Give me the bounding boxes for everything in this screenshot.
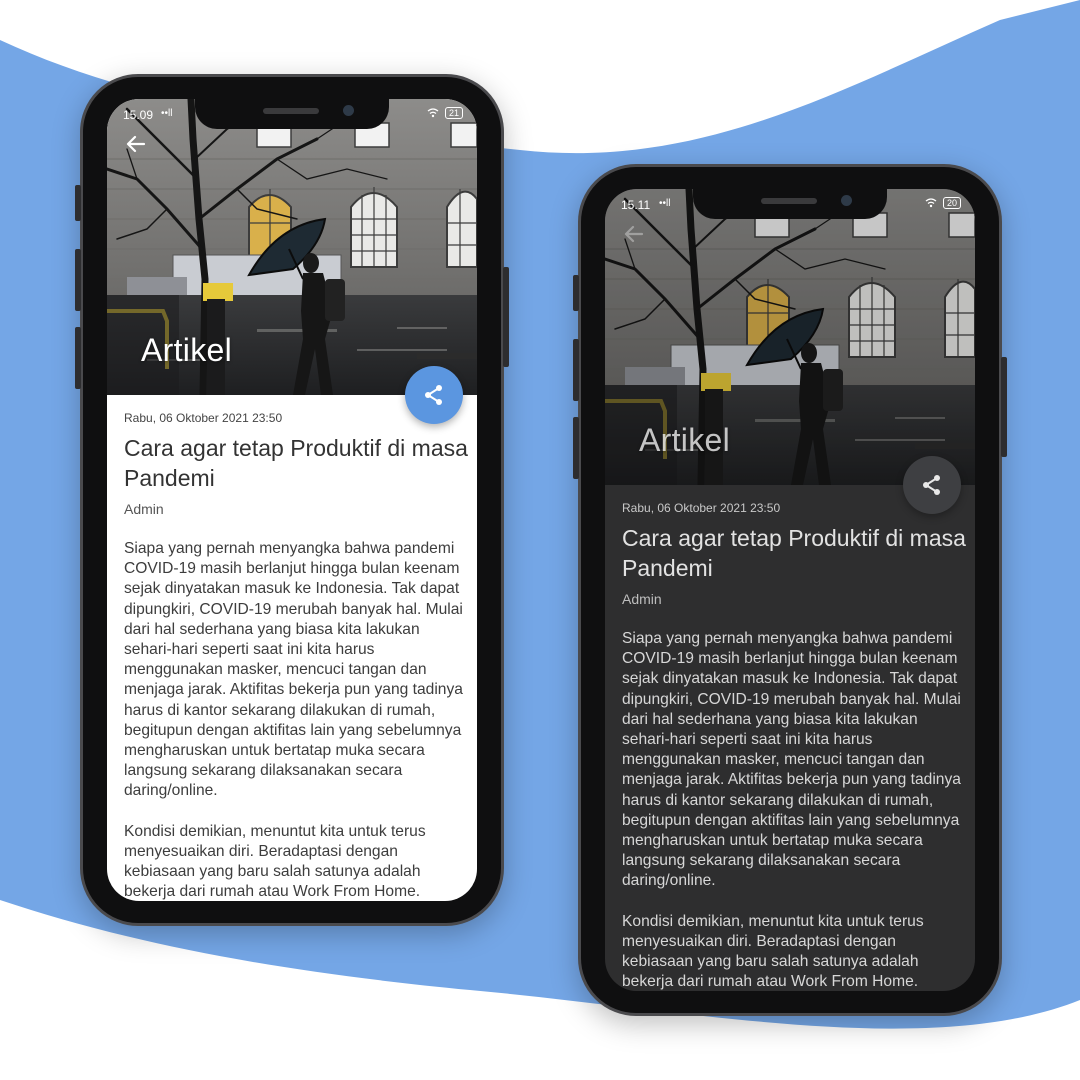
status-time: 15.11 — [621, 198, 651, 212]
article-paragraph: Siapa yang pernah menyangka bahwa pandem… — [622, 630, 961, 890]
header-title: Artikel — [141, 332, 233, 368]
notch — [693, 189, 887, 219]
status-time: 15.09 — [123, 108, 154, 122]
front-camera — [841, 195, 852, 206]
volume-up-button — [573, 275, 579, 311]
article-body[interactable]: Siapa yang pernah menyangka bahwa pandem… — [622, 629, 966, 991]
back-arrow-icon[interactable] — [125, 133, 147, 160]
volume-down-button — [75, 249, 81, 311]
wifi-icon — [427, 108, 439, 118]
signal-icon: ••ll — [659, 198, 671, 209]
article-author: Admin — [124, 501, 164, 517]
article-content: Rabu, 06 Oktober 2021 23:50 Cara agar te… — [124, 411, 468, 901]
share-button[interactable] — [903, 456, 961, 514]
screen: 15.11 ••ll 20 Artikel Rabu, 06 Oktober 2… — [605, 189, 975, 991]
share-icon — [425, 385, 442, 405]
header-image: Artikel — [605, 189, 975, 485]
power-button — [1001, 357, 1007, 457]
screen: 15.09 ••ll 21 Artikel Rabu, 06 Oktober 2… — [107, 99, 477, 901]
mute-button — [573, 417, 579, 479]
article-author: Admin — [622, 591, 662, 607]
battery-icon: 21 — [444, 107, 463, 119]
phone-light-mode: 15.09 ••ll 21 Artikel Rabu, 06 Oktober 2… — [75, 74, 509, 926]
article-paragraph: Kondisi demikian, menuntut kita untuk te… — [124, 822, 426, 901]
battery-icon: 20 — [942, 197, 961, 209]
volume-down-button — [573, 339, 579, 401]
front-camera — [343, 105, 354, 116]
volume-up-button — [75, 185, 81, 221]
article-title: Cara agar tetap Produktif di masa Pandem… — [124, 435, 468, 491]
wifi-icon — [925, 198, 937, 208]
share-button[interactable] — [405, 366, 463, 424]
article-body[interactable]: Siapa yang pernah menyangka bahwa pandem… — [124, 539, 468, 901]
speaker — [263, 108, 319, 114]
share-icon — [923, 475, 940, 495]
header-image: Artikel — [107, 99, 477, 395]
article-paragraph: Siapa yang pernah menyangka bahwa pandem… — [124, 540, 463, 800]
article-paragraph: Kondisi demikian, menuntut kita untuk te… — [622, 912, 924, 991]
article-title: Cara agar tetap Produktif di masa Pandem… — [622, 525, 966, 581]
header-title: Artikel — [639, 422, 731, 458]
notch — [195, 99, 389, 129]
phone-dark-mode: 15.11 ••ll 20 Artikel Rabu, 06 Oktober 2… — [573, 164, 1007, 1016]
signal-icon: ••ll — [161, 108, 173, 119]
article-content: Rabu, 06 Oktober 2021 23:50 Cara agar te… — [622, 501, 966, 991]
power-button — [503, 267, 509, 367]
mute-button — [75, 327, 81, 389]
speaker — [761, 198, 817, 204]
back-arrow-icon[interactable] — [623, 223, 645, 250]
